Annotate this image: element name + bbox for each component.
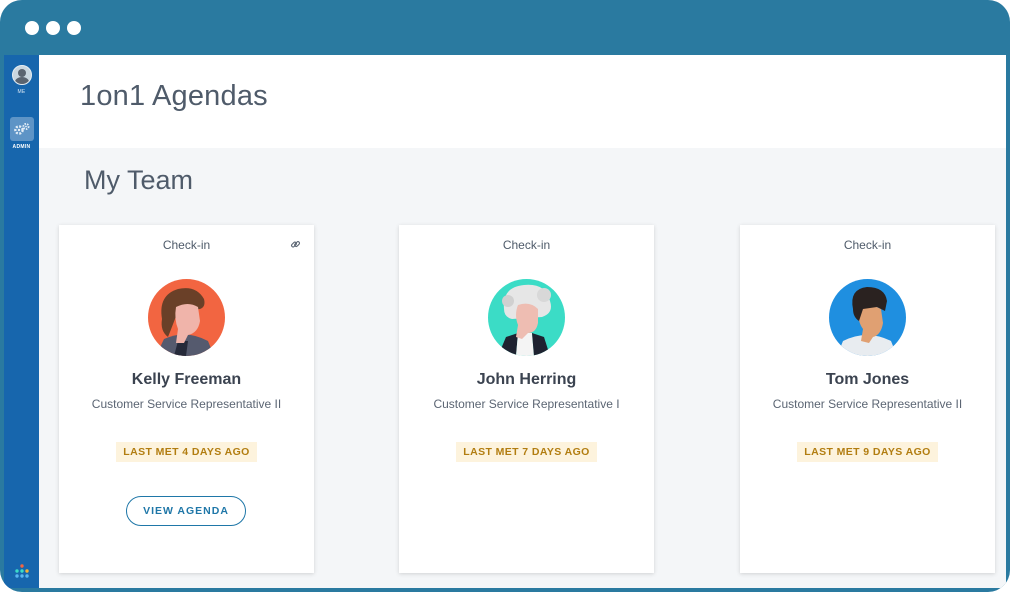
sidebar-item-admin[interactable]: ADMIN xyxy=(4,117,39,150)
member-name: John Herring xyxy=(476,371,577,388)
last-met-badge: LAST MET 9 DAYS AGO xyxy=(797,442,938,462)
window-control-dot[interactable] xyxy=(46,21,60,35)
avatar xyxy=(148,279,225,356)
sidebar-item-me[interactable]: ME xyxy=(4,65,39,95)
title-bar xyxy=(0,0,1010,55)
link-icon[interactable] xyxy=(290,237,301,248)
card-type-label: Check-in xyxy=(162,238,211,252)
avatar xyxy=(488,279,565,356)
card-type-label: Check-in xyxy=(502,238,551,252)
member-role: Customer Service Representative II xyxy=(91,397,282,411)
window-control-dot[interactable] xyxy=(67,21,81,35)
member-name: Kelly Freeman xyxy=(131,371,242,388)
member-role: Customer Service Representative II xyxy=(772,397,963,411)
member-name: Tom Jones xyxy=(825,371,910,388)
team-member-card[interactable]: Check-in Kelly Freeman Customer Service … xyxy=(59,225,314,573)
page-header: 1on1 Agendas xyxy=(39,55,1006,148)
team-member-card[interactable]: Check-in John Herring Customer Service R… xyxy=(399,225,654,573)
apps-grid-icon[interactable] xyxy=(13,563,31,581)
sidebar: ME ADMIN xyxy=(4,55,39,588)
member-role: Customer Service Representative I xyxy=(433,397,620,411)
avatar xyxy=(829,279,906,356)
page-title: 1on1 Agendas xyxy=(80,80,268,112)
view-agenda-button[interactable]: VIEW AGENDA xyxy=(126,496,246,526)
app-window: ME ADMIN 1on1 Agendas My Team Check-in K… xyxy=(0,0,1010,592)
card-type-label: Check-in xyxy=(843,238,892,252)
gear-icon xyxy=(9,117,34,141)
user-avatar-icon xyxy=(11,65,32,85)
last-met-badge: LAST MET 4 DAYS AGO xyxy=(116,442,257,462)
main-content: 1on1 Agendas My Team Check-in Kelly Free… xyxy=(39,55,1006,588)
sidebar-item-label: ME xyxy=(17,89,26,95)
team-member-card[interactable]: Check-in Tom Jones Customer Service Repr… xyxy=(740,225,995,573)
window-control-dot[interactable] xyxy=(25,21,39,35)
sidebar-item-label: ADMIN xyxy=(12,144,31,150)
last-met-badge: LAST MET 7 DAYS AGO xyxy=(456,442,597,462)
section-title: My Team xyxy=(84,165,194,195)
